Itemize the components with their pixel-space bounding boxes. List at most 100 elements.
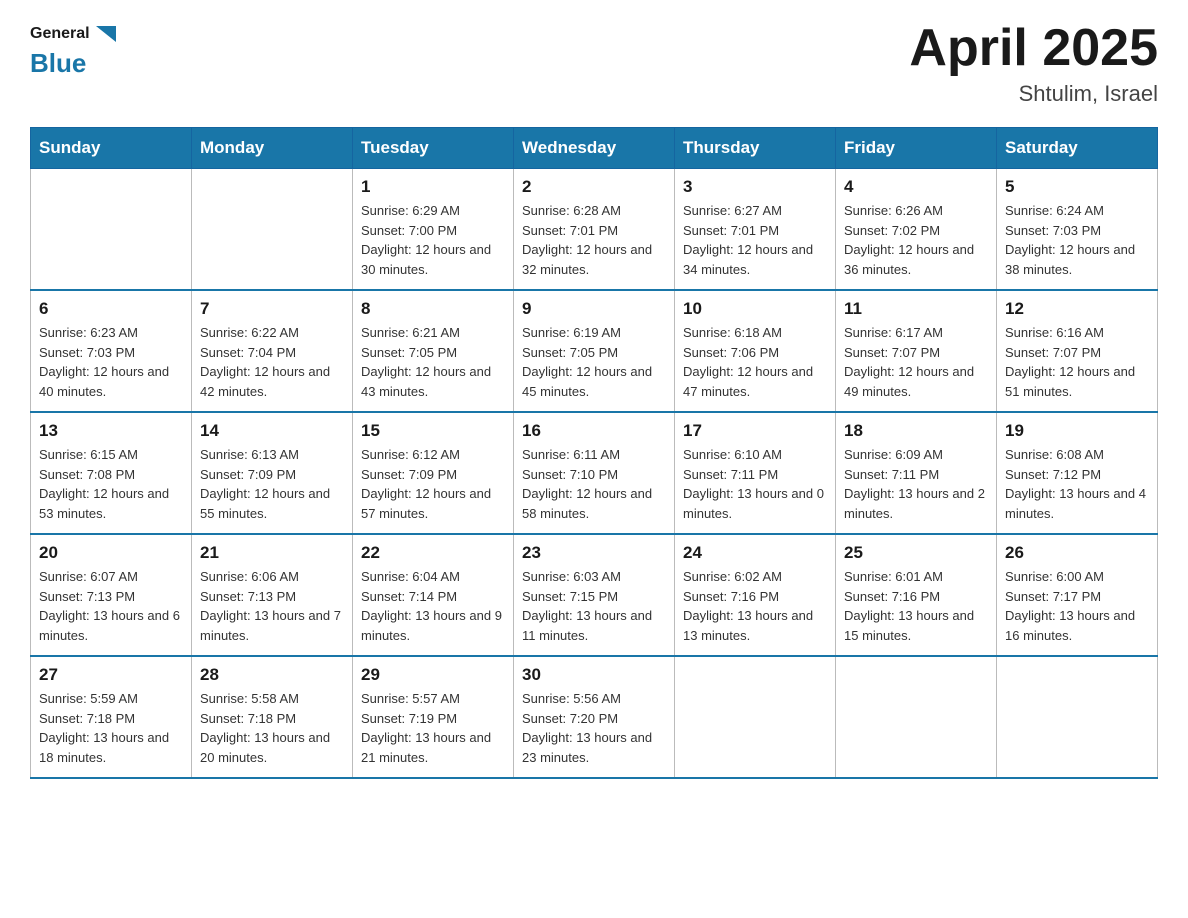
day-info: Sunrise: 6:02 AMSunset: 7:16 PMDaylight:… xyxy=(683,567,827,645)
calendar-day-cell: 16Sunrise: 6:11 AMSunset: 7:10 PMDayligh… xyxy=(514,412,675,534)
day-number: 5 xyxy=(1005,177,1149,197)
daylight-text: Daylight: 13 hours and 2 minutes. xyxy=(844,484,988,523)
calendar-day-cell xyxy=(192,169,353,291)
day-info: Sunrise: 6:19 AMSunset: 7:05 PMDaylight:… xyxy=(522,323,666,401)
day-info: Sunrise: 6:23 AMSunset: 7:03 PMDaylight:… xyxy=(39,323,183,401)
daylight-text: Daylight: 13 hours and 15 minutes. xyxy=(844,606,988,645)
daylight-text: Daylight: 12 hours and 58 minutes. xyxy=(522,484,666,523)
daylight-text: Daylight: 13 hours and 18 minutes. xyxy=(39,728,183,767)
logo: General Blue xyxy=(30,20,120,79)
calendar-day-cell: 1Sunrise: 6:29 AMSunset: 7:00 PMDaylight… xyxy=(353,169,514,291)
day-number: 18 xyxy=(844,421,988,441)
day-number: 22 xyxy=(361,543,505,563)
day-info: Sunrise: 6:29 AMSunset: 7:00 PMDaylight:… xyxy=(361,201,505,279)
daylight-text: Daylight: 12 hours and 43 minutes. xyxy=(361,362,505,401)
day-number: 12 xyxy=(1005,299,1149,319)
sunrise-text: Sunrise: 6:19 AM xyxy=(522,323,666,343)
sunrise-text: Sunrise: 6:04 AM xyxy=(361,567,505,587)
logo-arrow-icon xyxy=(92,20,120,48)
daylight-text: Daylight: 12 hours and 36 minutes. xyxy=(844,240,988,279)
sunrise-text: Sunrise: 6:26 AM xyxy=(844,201,988,221)
sunrise-text: Sunrise: 5:57 AM xyxy=(361,689,505,709)
calendar-day-cell: 26Sunrise: 6:00 AMSunset: 7:17 PMDayligh… xyxy=(997,534,1158,656)
calendar-table: SundayMondayTuesdayWednesdayThursdayFrid… xyxy=(30,127,1158,779)
sunrise-text: Sunrise: 6:00 AM xyxy=(1005,567,1149,587)
day-number: 11 xyxy=(844,299,988,319)
logo-blue-text: Blue xyxy=(30,48,86,79)
calendar-day-cell: 17Sunrise: 6:10 AMSunset: 7:11 PMDayligh… xyxy=(675,412,836,534)
title-block: April 2025 Shtulim, Israel xyxy=(909,20,1158,107)
calendar-week-row: 20Sunrise: 6:07 AMSunset: 7:13 PMDayligh… xyxy=(31,534,1158,656)
sunset-text: Sunset: 7:10 PM xyxy=(522,465,666,485)
calendar-week-row: 6 Sunrise: 6:23 AMSunset: 7:03 PMDaylight… xyxy=(31,290,1158,412)
calendar-day-cell: 20Sunrise: 6:07 AMSunset: 7:13 PMDayligh… xyxy=(31,534,192,656)
day-info: Sunrise: 6:01 AMSunset: 7:16 PMDaylight:… xyxy=(844,567,988,645)
day-info: Sunrise: 6:18 AMSunset: 7:06 PMDaylight:… xyxy=(683,323,827,401)
calendar-day-cell: 27Sunrise: 5:59 AMSunset: 7:18 PMDayligh… xyxy=(31,656,192,778)
day-number: 6 xyxy=(39,299,183,319)
day-info: Sunrise: 5:56 AMSunset: 7:20 PMDaylight:… xyxy=(522,689,666,767)
calendar-day-cell xyxy=(997,656,1158,778)
calendar-week-row: 13Sunrise: 6:15 AMSunset: 7:08 PMDayligh… xyxy=(31,412,1158,534)
day-number: 7 xyxy=(200,299,344,319)
day-number: 2 xyxy=(522,177,666,197)
day-info: Sunrise: 6:17 AMSunset: 7:07 PMDaylight:… xyxy=(844,323,988,401)
day-info: Sunrise: 6:27 AMSunset: 7:01 PMDaylight:… xyxy=(683,201,827,279)
sunset-text: Sunset: 7:05 PM xyxy=(361,343,505,363)
sunset-text: Sunset: 7:12 PM xyxy=(1005,465,1149,485)
day-info: Sunrise: 6:11 AMSunset: 7:10 PMDaylight:… xyxy=(522,445,666,523)
day-info: Sunrise: 6:15 AMSunset: 7:08 PMDaylight:… xyxy=(39,445,183,523)
sunset-text: Sunset: 7:17 PM xyxy=(1005,587,1149,607)
sunrise-text: Sunrise: 6:24 AM xyxy=(1005,201,1149,221)
daylight-text: Daylight: 12 hours and 55 minutes. xyxy=(200,484,344,523)
sunrise-text: Sunrise: 6:02 AM xyxy=(683,567,827,587)
location-text: Shtulim, Israel xyxy=(909,81,1158,107)
day-info: Sunrise: 6:08 AMSunset: 7:12 PMDaylight:… xyxy=(1005,445,1149,523)
daylight-text: Daylight: 12 hours and 57 minutes. xyxy=(361,484,505,523)
calendar-day-cell: 8 Sunrise: 6:21 AMSunset: 7:05 PMDaylight… xyxy=(353,290,514,412)
sunset-text: Sunset: 7:13 PM xyxy=(200,587,344,607)
day-info: Sunrise: 6:16 AMSunset: 7:07 PMDaylight:… xyxy=(1005,323,1149,401)
day-number: 17 xyxy=(683,421,827,441)
day-number: 15 xyxy=(361,421,505,441)
sunset-text: Sunset: 7:04 PM xyxy=(200,343,344,363)
sunrise-text: Sunrise: 6:07 AM xyxy=(39,567,183,587)
sunset-text: Sunset: 7:02 PM xyxy=(844,221,988,241)
daylight-text: Daylight: 13 hours and 20 minutes. xyxy=(200,728,344,767)
day-of-week-header: Wednesday xyxy=(514,128,675,169)
sunset-text: Sunset: 7:11 PM xyxy=(683,465,827,485)
sunrise-text: Sunrise: 5:58 AM xyxy=(200,689,344,709)
daylight-text: Daylight: 12 hours and 38 minutes. xyxy=(1005,240,1149,279)
daylight-text: Daylight: 12 hours and 34 minutes. xyxy=(683,240,827,279)
day-info: Sunrise: 6:09 AMSunset: 7:11 PMDaylight:… xyxy=(844,445,988,523)
day-info: Sunrise: 6:13 AMSunset: 7:09 PMDaylight:… xyxy=(200,445,344,523)
day-number: 9 xyxy=(522,299,666,319)
sunrise-text: Sunrise: 6:13 AM xyxy=(200,445,344,465)
day-number: 14 xyxy=(200,421,344,441)
sunset-text: Sunset: 7:09 PM xyxy=(200,465,344,485)
calendar-day-cell: 9 Sunrise: 6:19 AMSunset: 7:05 PMDaylight… xyxy=(514,290,675,412)
day-number: 29 xyxy=(361,665,505,685)
daylight-text: Daylight: 13 hours and 6 minutes. xyxy=(39,606,183,645)
day-info: Sunrise: 5:59 AMSunset: 7:18 PMDaylight:… xyxy=(39,689,183,767)
day-info: Sunrise: 6:21 AMSunset: 7:05 PMDaylight:… xyxy=(361,323,505,401)
day-info: Sunrise: 6:24 AMSunset: 7:03 PMDaylight:… xyxy=(1005,201,1149,279)
day-info: Sunrise: 6:04 AMSunset: 7:14 PMDaylight:… xyxy=(361,567,505,645)
daylight-text: Daylight: 12 hours and 51 minutes. xyxy=(1005,362,1149,401)
day-info: Sunrise: 6:07 AMSunset: 7:13 PMDaylight:… xyxy=(39,567,183,645)
day-number: 8 xyxy=(361,299,505,319)
sunset-text: Sunset: 7:08 PM xyxy=(39,465,183,485)
sunset-text: Sunset: 7:16 PM xyxy=(683,587,827,607)
sunset-text: Sunset: 7:15 PM xyxy=(522,587,666,607)
day-info: Sunrise: 6:00 AMSunset: 7:17 PMDaylight:… xyxy=(1005,567,1149,645)
daylight-text: Daylight: 13 hours and 7 minutes. xyxy=(200,606,344,645)
sunset-text: Sunset: 7:14 PM xyxy=(361,587,505,607)
sunset-text: Sunset: 7:05 PM xyxy=(522,343,666,363)
calendar-day-cell: 15Sunrise: 6:12 AMSunset: 7:09 PMDayligh… xyxy=(353,412,514,534)
calendar-day-cell: 11 Sunrise: 6:17 AMSunset: 7:07 PMDayligh… xyxy=(836,290,997,412)
daylight-text: Daylight: 12 hours and 53 minutes. xyxy=(39,484,183,523)
sunrise-text: Sunrise: 6:17 AM xyxy=(844,323,988,343)
day-info: Sunrise: 5:57 AMSunset: 7:19 PMDaylight:… xyxy=(361,689,505,767)
sunset-text: Sunset: 7:16 PM xyxy=(844,587,988,607)
sunset-text: Sunset: 7:11 PM xyxy=(844,465,988,485)
